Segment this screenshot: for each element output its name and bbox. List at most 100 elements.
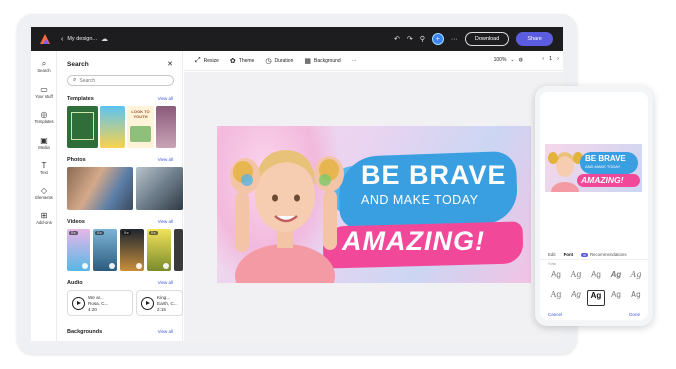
font-option[interactable]: Ag [627, 270, 645, 286]
font-option[interactable]: Ag [587, 270, 605, 286]
tab-font[interactable]: Font [564, 252, 574, 257]
more-options-icon[interactable]: ··· [451, 36, 458, 43]
resize-button[interactable]: ⤢ Resize [195, 57, 219, 65]
adobe-express-logo-icon[interactable] [40, 33, 51, 45]
audio-card[interactable]: We ar... Rosa, C... 4:20 [67, 290, 133, 316]
elements-icon: ◇ [40, 186, 48, 195]
play-icon[interactable] [141, 297, 154, 310]
video-thumbnail[interactable]: 0:x [147, 229, 171, 271]
template-thumbnail[interactable] [100, 106, 125, 148]
collaborator-avatar[interactable]: + [431, 33, 444, 45]
close-icon[interactable]: ✕ [167, 60, 173, 68]
template-thumbnail[interactable]: LOOK TO YOUTH [127, 106, 154, 148]
download-button[interactable]: Download [464, 32, 510, 46]
view-all-audio-link[interactable]: View all [158, 280, 173, 285]
theme-button[interactable]: ✿ Theme [230, 57, 254, 65]
tab-edit[interactable]: Edit [548, 252, 556, 257]
rail-item-text[interactable]: T Text [31, 161, 57, 175]
photo-thumbnail[interactable] [136, 167, 183, 210]
back-chevron-icon[interactable]: ‹ [61, 36, 63, 43]
child-photo[interactable] [217, 126, 367, 283]
resize-icon: ⤢ [195, 56, 201, 64]
section-title-videos: Videos [67, 219, 85, 225]
clock-icon: ◷ [265, 57, 272, 65]
page-number: 1 [549, 56, 553, 62]
duration-button[interactable]: ◷ Duration [265, 57, 293, 65]
headline-amazing[interactable]: AMAZING! [342, 226, 485, 257]
phone-design-preview[interactable]: BE BRAVE AND MAKE TODAY AMAZING! [545, 144, 642, 192]
play-icon [136, 263, 142, 269]
headline-be-brave[interactable]: BE BRAVE [361, 160, 507, 191]
template-thumbnail[interactable] [67, 106, 98, 148]
templates-icon: ◎ [40, 110, 48, 119]
editor-toolbar: ⤢ Resize ✿ Theme ◷ Duration ▦ Background ···… [184, 51, 563, 71]
font-option[interactable]: Ag [547, 290, 565, 306]
phone-screen: BE BRAVE AND MAKE TODAY AMAZING! Edit Fo… [540, 92, 648, 320]
rail-item-elements[interactable]: ◇ Elements [31, 186, 57, 200]
top-bar: ‹ My design... ☁ ↶ ↷ ⚲ + ··· Download Sh… [31, 27, 563, 51]
play-icon[interactable] [72, 297, 85, 310]
cloud-sync-icon: ☁ [101, 36, 108, 43]
section-title-templates: Templates [67, 96, 94, 102]
media-icon: ▣ [40, 136, 48, 145]
view-all-backgrounds-link[interactable]: View all [158, 329, 173, 334]
font-option[interactable]: Ag [607, 270, 625, 286]
rail-item-add-ons[interactable]: ⊞ Add-ons [31, 211, 57, 225]
layers-icon[interactable]: ◍ [519, 57, 523, 63]
undo-icon[interactable]: ↶ [394, 35, 400, 43]
font-option[interactable]: Ag [567, 290, 585, 306]
rail-item-templates[interactable]: ◎ Templates [31, 110, 57, 124]
subheadline[interactable]: AND MAKE TODAY [361, 193, 478, 207]
add-ons-icon: ⊞ [40, 211, 48, 220]
location-pin-icon[interactable]: ⚲ [420, 35, 425, 43]
next-page-icon[interactable]: › [557, 56, 559, 62]
play-icon [109, 263, 115, 269]
section-title-audio: Audio [67, 280, 83, 286]
cancel-button[interactable]: Cancel [548, 312, 562, 317]
video-thumbnail[interactable]: 0:x [93, 229, 117, 271]
view-all-templates-link[interactable]: View all [158, 96, 173, 101]
rail-item-your-stuff[interactable]: ▭ Your stuff [31, 85, 57, 99]
font-option[interactable]: Ag [547, 270, 565, 286]
section-title-backgrounds: Backgrounds [67, 329, 103, 335]
document-name[interactable]: My design... [67, 36, 97, 42]
design-artboard[interactable]: BE BRAVE AND MAKE TODAY AMAZING! [217, 126, 531, 283]
video-thumbnail[interactable]: 0:x [67, 229, 90, 271]
fonts-caption: Fonts [548, 262, 556, 266]
share-button[interactable]: Share [516, 32, 553, 46]
search-input[interactable]: ⌕ Search [67, 75, 174, 86]
prev-page-icon[interactable]: ‹ [542, 56, 544, 62]
view-all-videos-link[interactable]: View all [158, 219, 173, 224]
rail-item-search[interactable]: ⌕ Search [31, 59, 57, 73]
search-icon: ⌕ [73, 77, 77, 83]
zoom-level[interactable]: 100% [494, 57, 507, 63]
video-thumbnail[interactable] [174, 229, 183, 271]
folder-icon: ▭ [40, 85, 48, 94]
font-option[interactable]: Ag [627, 290, 645, 306]
more-toolbar-button[interactable]: ··· [352, 58, 357, 64]
background-icon: ▦ [304, 57, 311, 65]
rail-item-media[interactable]: ▣ Media [31, 136, 57, 150]
done-button[interactable]: Done [629, 312, 640, 317]
photo-thumbnail[interactable] [67, 167, 133, 210]
audio-card[interactable]: King... Earth, C... 2:15 [136, 290, 183, 316]
tab-recommendations[interactable]: AI Recommendations [581, 252, 627, 257]
font-option-selected[interactable]: Ag [587, 290, 605, 306]
background-button[interactable]: ▦ Background [304, 57, 340, 65]
search-icon: ⌕ [41, 59, 47, 68]
theme-icon: ✿ [229, 57, 236, 65]
template-thumbnail[interactable] [156, 106, 176, 148]
font-option[interactable]: Ag [607, 290, 625, 306]
panel-title: Search [67, 61, 89, 68]
zoom-chevron-icon[interactable]: ⌄ [510, 57, 514, 63]
phone-tabs: Edit Font AI Recommendations [548, 252, 627, 257]
font-option[interactable]: Ag [567, 270, 585, 286]
section-title-photos: Photos [67, 157, 86, 163]
left-rail: ⌕ Search ▭ Your stuff ◎ Templates ▣ Media TT… [31, 51, 57, 341]
phone-frame: BE BRAVE AND MAKE TODAY AMAZING! Edit Fo… [535, 86, 653, 326]
video-thumbnail[interactable]: 0:x [120, 229, 144, 271]
redo-icon[interactable]: ↷ [407, 35, 413, 43]
view-all-photos-link[interactable]: View all [158, 157, 173, 162]
text-icon: T [41, 161, 47, 170]
play-icon [163, 263, 169, 269]
